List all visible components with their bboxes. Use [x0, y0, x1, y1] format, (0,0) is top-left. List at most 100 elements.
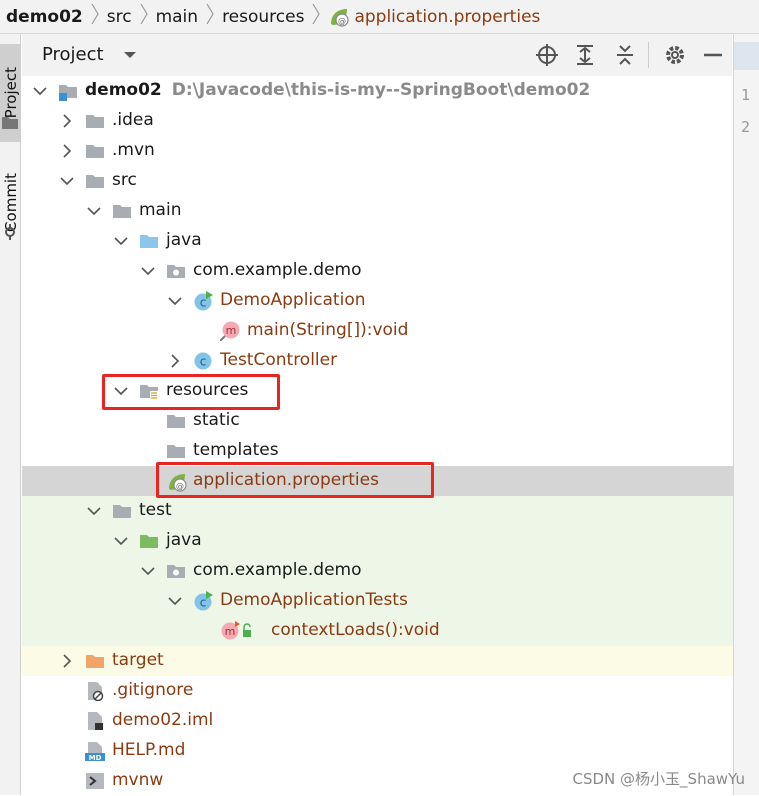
test-folder-icon [139, 531, 159, 551]
package-icon [166, 261, 186, 281]
chevron-down-icon[interactable] [113, 233, 129, 249]
collapse-all-icon[interactable] [612, 42, 638, 68]
svg-text:@: @ [338, 16, 346, 25]
tree-item-label: target [112, 650, 164, 670]
svg-text:c: c [200, 596, 207, 610]
tree-item-name: target [112, 650, 164, 670]
chevron-down-icon[interactable] [59, 173, 75, 189]
breadcrumb-item[interactable]: demo02 [6, 7, 83, 27]
tree-row[interactable]: .idea [22, 106, 733, 136]
chevron-right-icon[interactable] [167, 353, 183, 369]
chevron-right-icon [312, 3, 321, 30]
project-tree: demo02 D:\Javacode\this-is-my--SpringBoot… [22, 76, 733, 795]
tree-item-name: DemoApplication [220, 290, 366, 310]
breadcrumb: demo02 src main resources @ application.prope… [0, 0, 759, 34]
svg-text:MD: MD [89, 754, 102, 761]
tree-row[interactable]: com.example.demo [22, 556, 733, 586]
locate-icon[interactable] [534, 42, 560, 68]
panel-title[interactable]: Project [42, 44, 137, 65]
tree-item-name: .gitignore [112, 680, 194, 700]
tree-item-label: static [193, 410, 240, 430]
line-number: 2 [741, 118, 751, 136]
tree-item-label: com.example.demo [193, 560, 362, 580]
tree-item-label: mvnw [112, 770, 163, 790]
tree-row[interactable]: c DemoApplication [22, 286, 733, 316]
tree-row[interactable]: java [22, 226, 733, 256]
markdown-file-icon: MD [85, 741, 105, 762]
breadcrumb-item[interactable]: src [107, 7, 132, 27]
editor-gutter: 1 2 [733, 34, 759, 795]
svg-text:c: c [200, 296, 207, 310]
tree-row[interactable]: com.example.demo [22, 256, 733, 286]
folder-icon [85, 171, 105, 191]
svg-text:m: m [226, 324, 237, 337]
chevron-right-icon[interactable] [59, 143, 75, 159]
tree-item-name: static [193, 410, 240, 430]
tree-item-name: java [166, 230, 202, 250]
tree-row[interactable]: .gitignore [22, 676, 733, 706]
chevron-down-icon[interactable] [113, 533, 129, 549]
commit-icon [3, 224, 17, 244]
dropdown-arrow-icon[interactable] [123, 50, 137, 60]
tree-row[interactable]: src [22, 166, 733, 196]
tree-row[interactable]: java [22, 526, 733, 556]
spring-properties-icon: @ [328, 6, 350, 28]
tree-row[interactable]: static [22, 406, 733, 436]
tree-row[interactable]: demo02.iml [22, 706, 733, 736]
tree-row[interactable]: m main(String[]):void [22, 316, 733, 346]
gear-icon[interactable] [662, 42, 688, 68]
package-icon [166, 561, 186, 581]
chevron-right-icon [206, 3, 214, 30]
expand-all-icon[interactable] [572, 42, 598, 68]
tree-item-name: com.example.demo [193, 560, 362, 580]
tree-item-name: main [139, 200, 182, 220]
tree-item-name: test [139, 500, 172, 520]
chevron-down-icon[interactable] [140, 263, 156, 279]
chevron-down-icon[interactable] [32, 83, 48, 99]
chevron-down-icon[interactable] [140, 563, 156, 579]
tree-item-label: main(String[]):void [247, 320, 408, 340]
chevron-down-icon[interactable] [86, 203, 102, 219]
tree-item-name: TestController [220, 350, 338, 370]
class-icon: c [193, 351, 213, 371]
chevron-right-icon [91, 3, 99, 30]
tree-item-label: contextLoads():void [271, 620, 440, 640]
tree-row[interactable]: c TestController [22, 346, 733, 376]
chevron-down-icon[interactable] [167, 593, 183, 609]
ignore-file-icon [85, 681, 105, 702]
tree-item-name: demo02.iml [112, 710, 214, 730]
tree-item-label: demo02 D:\Javacode\this-is-my--SpringBoot… [85, 80, 590, 100]
chevron-down-icon[interactable] [167, 293, 183, 309]
minimize-icon[interactable] [700, 42, 726, 68]
chevron-right-icon[interactable] [59, 113, 75, 129]
breadcrumb-item[interactable]: resources [222, 7, 304, 27]
breadcrumb-item[interactable]: application.properties [354, 7, 540, 27]
breadcrumb-item[interactable]: main [156, 7, 198, 27]
tree-item-name: demo02 [85, 80, 162, 100]
tool-window-strip: Project Commit [0, 34, 21, 795]
editor-tab-stub[interactable] [734, 42, 759, 70]
tree-row[interactable]: c DemoApplicationTests [22, 586, 733, 616]
project-panel-header: Project [22, 34, 732, 76]
tree-row[interactable]: demo02 D:\Javacode\this-is-my--SpringBoot… [22, 76, 733, 106]
folder-icon [85, 141, 105, 161]
tree-row[interactable]: m contextLoads():void [22, 616, 733, 646]
tree-row[interactable]: .mvn [22, 136, 733, 166]
tree-item-label: .idea [112, 110, 154, 130]
tree-row[interactable]: MD HELP.md [22, 736, 733, 766]
module-path: D:\Javacode\this-is-my--SpringBoot\demo0… [171, 80, 591, 100]
tree-row[interactable]: test [22, 496, 733, 526]
tree-item-name: .idea [112, 110, 154, 130]
tree-row[interactable]: target [22, 646, 733, 676]
chevron-down-icon[interactable] [86, 503, 102, 519]
tree-item-name: main(String[]):void [247, 320, 409, 340]
row-background [22, 556, 733, 586]
tree-item-name: contextLoads():void [271, 620, 440, 640]
folder-icon [2, 114, 18, 133]
tree-item-name: templates [193, 440, 279, 460]
tree-item-name: HELP.md [112, 740, 186, 760]
excluded-folder-icon [85, 651, 105, 671]
chevron-right-icon[interactable] [59, 653, 75, 669]
line-number: 1 [741, 86, 751, 104]
tree-row[interactable]: main [22, 196, 733, 226]
